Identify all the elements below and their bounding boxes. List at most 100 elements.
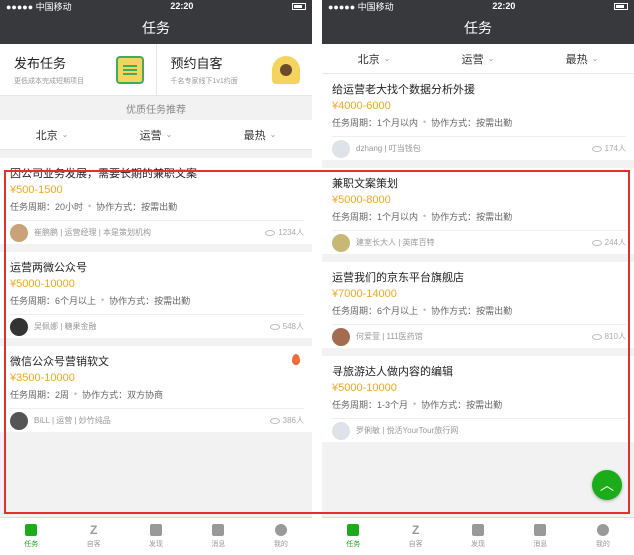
book-expert-title: 预约自客 bbox=[170, 56, 223, 71]
task-mode: 协作方式：按需出勤 bbox=[96, 201, 178, 212]
bars-icon bbox=[472, 524, 485, 536]
filter-sort[interactable]: 最热 ⌄ bbox=[208, 127, 312, 143]
poster-info: 何爱萱 | 111医药馆 bbox=[332, 327, 423, 346]
task-meta: 任务周期：2周 • 协作方式：双方协商 bbox=[10, 389, 164, 400]
user-icon bbox=[274, 524, 287, 536]
up-chevron-icon: ︿ bbox=[600, 477, 614, 493]
person-icon bbox=[272, 55, 300, 84]
tab-label: 我的 bbox=[595, 541, 610, 548]
tab-tasks[interactable]: 任务 bbox=[322, 518, 384, 555]
eye-icon bbox=[269, 323, 280, 330]
message-icon bbox=[534, 524, 547, 536]
task-tab-icon bbox=[347, 524, 360, 536]
avatar bbox=[332, 233, 350, 252]
task-salary: ¥500-1500 bbox=[10, 184, 63, 196]
fire-icon bbox=[292, 354, 300, 365]
task-card[interactable]: 兼职文案策划 ¥5000-8000 任务周期：1个月以内 • 协作方式：按需出勤 建… bbox=[322, 168, 634, 262]
avatar bbox=[332, 139, 350, 158]
task-title: 因公司业务发展，需要长期的兼职文案 bbox=[10, 168, 197, 180]
book-expert-subtitle: 千名专家线下1v1约面 bbox=[170, 78, 238, 85]
tab-label: 发现 bbox=[149, 541, 164, 548]
task-title: 微信公众号营销软文 bbox=[10, 356, 109, 368]
task-meta: 任务周期：6个月以上 • 协作方式：按需出勤 bbox=[10, 295, 191, 306]
chevron-down-icon: ⌄ bbox=[61, 130, 69, 139]
carrier-label: ●●●●● 中国移动 bbox=[328, 1, 394, 12]
avatar bbox=[10, 223, 28, 242]
message-icon bbox=[212, 524, 225, 536]
chevron-down-icon: ⌄ bbox=[269, 130, 277, 139]
task-card[interactable]: 微信公众号营销软文 ¥3500-10000 任务周期：2周 • 协作方式：双方协商 … bbox=[0, 346, 312, 440]
task-card[interactable]: 寻旅游达人做内容的编辑 ¥5000-10000 任务周期：1-3个月 • 协作方式：… bbox=[322, 356, 634, 450]
status-bar: ●●●●● 中国移动 22:20 bbox=[322, 0, 634, 12]
scroll-top-button[interactable]: ︿ bbox=[592, 470, 622, 500]
quick-actions: 发布任务 更低成本完成短期项目 预约自客 千名专家线下1v1约面 bbox=[0, 44, 312, 96]
task-footer: BiLL | 运营 | 妙竹纯品 386人 bbox=[10, 408, 304, 432]
chevron-down-icon: ⌄ bbox=[383, 54, 391, 63]
publish-task-button[interactable]: 发布任务 更低成本完成短期项目 bbox=[0, 44, 156, 95]
poster-info: 建室长大人 | 英库百特 bbox=[332, 233, 435, 252]
view-count: 174人 bbox=[591, 143, 626, 154]
book-expert-button[interactable]: 预约自客 千名专家线下1v1约面 bbox=[155, 44, 313, 95]
task-footer: 罗俐敏 | 悦活YourTour旅行网 bbox=[332, 418, 626, 442]
tab-tasks[interactable]: 任务 bbox=[0, 518, 62, 555]
task-mode: 协作方式：双方协商 bbox=[82, 389, 164, 400]
filter-sort[interactable]: 最热 ⌄ bbox=[530, 51, 634, 67]
task-card[interactable]: 运营两微公众号 ¥5000-10000 任务周期：6个月以上 • 协作方式：按需出勤… bbox=[0, 252, 312, 346]
filter-sort-label: 最热 bbox=[243, 129, 266, 142]
poster-label: 崔鹏鹏 | 运营经理 | 本是策划机构 bbox=[34, 228, 152, 237]
task-salary: ¥3500-10000 bbox=[10, 372, 75, 384]
filter-bar: 北京 ⌄ 运营 ⌄ 最热 ⌄ bbox=[322, 44, 634, 74]
task-card[interactable]: 给运营老大找个数据分析外援 ¥4000-6000 任务周期：1个月以内 • 协作方式… bbox=[322, 74, 634, 168]
tab-zike[interactable]: Z 自客 bbox=[384, 518, 446, 555]
status-time: 22:20 bbox=[492, 1, 516, 11]
tab-profile[interactable]: 我的 bbox=[250, 518, 312, 555]
bars-icon bbox=[150, 524, 163, 536]
filter-category-label: 运营 bbox=[139, 129, 162, 142]
publish-task-subtitle: 更低成本完成短期项目 bbox=[14, 78, 84, 85]
task-mode: 协作方式：按需出勤 bbox=[431, 117, 513, 128]
task-footer: dzhang | 叮当钱包 174人 bbox=[332, 136, 626, 160]
poster-info: BiLL | 运营 | 妙竹纯品 bbox=[10, 411, 111, 430]
chevron-down-icon: ⌄ bbox=[165, 130, 173, 139]
user-icon bbox=[596, 524, 609, 536]
task-mode: 协作方式：按需出勤 bbox=[421, 399, 503, 410]
right-screen: ●●●●● 中国移动 22:20 任务 北京 ⌄ 运营 ⌄ 最热 ⌄ 给运营老大找个数… bbox=[322, 0, 634, 555]
task-meta: 任务周期：1个月以内 • 协作方式：按需出勤 bbox=[332, 117, 513, 128]
view-count-label: 548人 bbox=[282, 322, 304, 331]
tab-label: 任务 bbox=[24, 541, 39, 548]
filter-city[interactable]: 北京 ⌄ bbox=[0, 127, 104, 143]
task-tab-icon bbox=[25, 524, 38, 536]
tab-profile[interactable]: 我的 bbox=[572, 518, 634, 555]
tab-label: 我的 bbox=[273, 541, 288, 548]
task-meta: 任务周期：20小时 • 协作方式：按需出勤 bbox=[10, 201, 178, 212]
eye-icon bbox=[265, 229, 276, 236]
task-footer: 何爱萱 | 111医药馆 810人 bbox=[332, 324, 626, 348]
poster-label: 吴佩娜 | 糖果金融 bbox=[34, 322, 97, 331]
poster-label: 何爱萱 | 111医药馆 bbox=[356, 332, 423, 341]
tab-discover[interactable]: 发现 bbox=[125, 518, 187, 555]
document-icon bbox=[115, 55, 144, 84]
task-card[interactable]: 运营我们的京东平台旗舰店 ¥7000-14000 任务周期：6个月以上 • 协作方式… bbox=[322, 262, 634, 356]
filter-category[interactable]: 运营 ⌄ bbox=[104, 127, 208, 143]
carrier-label: ●●●●● 中国移动 bbox=[6, 1, 72, 12]
avatar bbox=[332, 421, 350, 440]
status-time: 22:20 bbox=[170, 1, 194, 11]
view-count: 1234人 bbox=[265, 227, 304, 238]
tab-discover[interactable]: 发现 bbox=[447, 518, 509, 555]
tab-messages[interactable]: 消息 bbox=[187, 518, 249, 555]
tab-messages[interactable]: 消息 bbox=[509, 518, 571, 555]
publish-task-title: 发布任务 bbox=[14, 56, 67, 71]
filter-sort-label: 最热 bbox=[565, 53, 588, 66]
task-card[interactable]: 因公司业务发展，需要长期的兼职文案 ¥500-1500 任务周期：20小时 • 协作… bbox=[0, 158, 312, 252]
poster-info: dzhang | 叮当钱包 bbox=[332, 139, 421, 158]
tab-zike[interactable]: Z 自客 bbox=[62, 518, 124, 555]
status-bar: ●●●●● 中国移动 22:20 bbox=[0, 0, 312, 12]
task-list: 因公司业务发展，需要长期的兼职文案 ¥500-1500 任务周期：20小时 • 协作… bbox=[0, 158, 312, 440]
tab-bar: 任务 Z 自客 发现 消息 我的 bbox=[322, 517, 634, 555]
tab-label: 发现 bbox=[471, 541, 486, 548]
task-title: 兼职文案策划 bbox=[332, 178, 398, 190]
filter-category[interactable]: 运营 ⌄ bbox=[426, 51, 530, 67]
battery-icon bbox=[292, 2, 306, 10]
filter-city[interactable]: 北京 ⌄ bbox=[322, 51, 426, 67]
view-count: 244人 bbox=[591, 237, 626, 248]
